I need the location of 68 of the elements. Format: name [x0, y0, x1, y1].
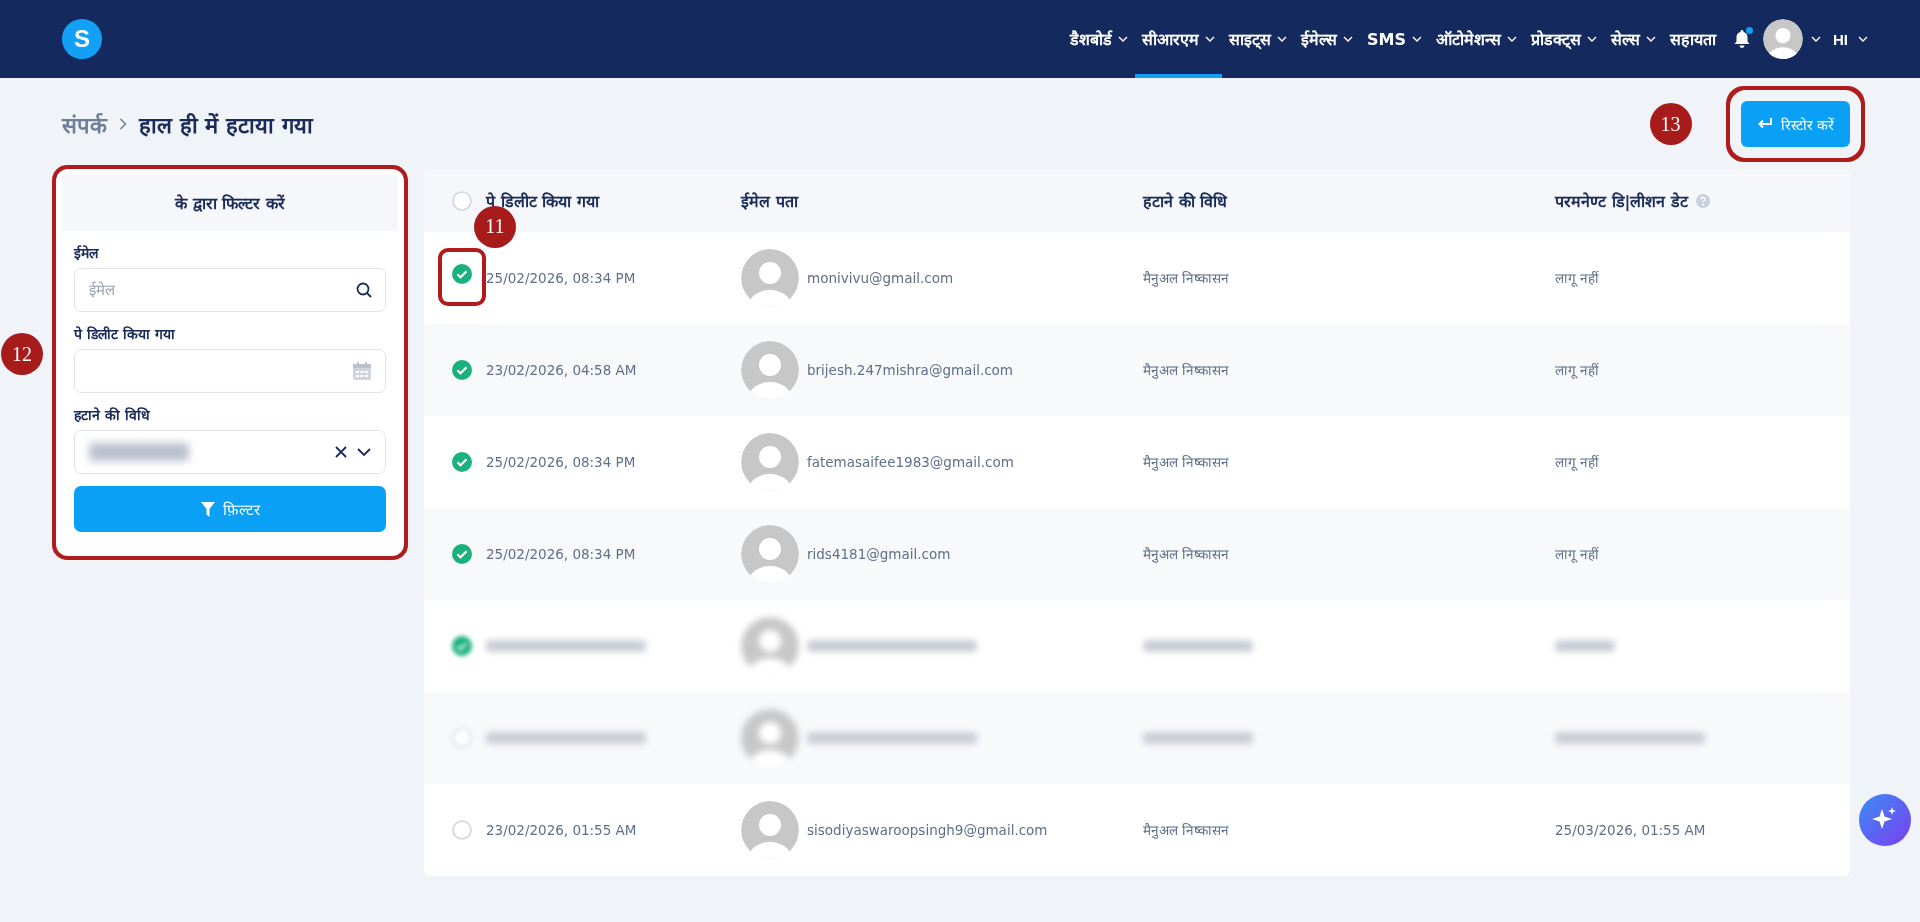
- funnel-icon: [200, 501, 215, 517]
- row-checkbox[interactable]: [452, 360, 472, 380]
- table-cell: sisodiyaswaroopsingh9@gmail.com: [807, 822, 1048, 838]
- field-label: ईमेल: [74, 244, 100, 262]
- email-search-field[interactable]: ईमेल: [74, 268, 386, 312]
- column-header: परमनेण्ट डि|लीशन डेट: [1555, 191, 1688, 212]
- table-cell-text: 25/02/2026, 08:34 PM: [486, 454, 637, 470]
- panel-title: के द्वारा फिल्टर करें: [62, 175, 398, 231]
- nav-item[interactable]: डैशबोर्ड: [1063, 0, 1136, 78]
- avatar-icon: [741, 249, 799, 307]
- nav-item[interactable]: सीआरएम: [1135, 0, 1223, 78]
- calendar-icon: [352, 361, 372, 381]
- table-cell-text: मैनुअल निष्कासन: [1143, 821, 1231, 839]
- clear-icon[interactable]: [335, 446, 347, 458]
- nav-item[interactable]: सहायता: [1663, 0, 1723, 78]
- avatar-icon: [741, 709, 799, 767]
- bell-icon[interactable]: [1733, 29, 1751, 49]
- field-label: पे डिलीट किया गया: [74, 325, 176, 343]
- table-cell-text: लागू नहीं: [1555, 453, 1601, 471]
- avatar-icon: [741, 433, 799, 491]
- table-cell-text: मैनुअल निष्कासन: [1143, 545, 1231, 563]
- language-selector[interactable]: HI: [1833, 30, 1848, 48]
- table-cell: fatemasaifee1983@gmail.com: [807, 454, 1014, 470]
- breadcrumb-link[interactable]: संपर्क: [62, 109, 107, 139]
- return-icon: [1756, 117, 1773, 131]
- nav-item[interactable]: सेल्स: [1604, 0, 1663, 78]
- select-all-checkbox[interactable]: [452, 191, 472, 211]
- table-cell-text: लागू नहीं: [1555, 269, 1601, 287]
- avatar-icon: [741, 341, 799, 399]
- table-cell-text: मैनुअल निष्कासन: [1143, 269, 1231, 287]
- field-label: हटाने की विधि: [74, 406, 151, 424]
- table-cell-text: मैनुअल निष्कासन: [1143, 453, 1231, 471]
- avatar-icon: [1763, 19, 1803, 59]
- row-checkbox[interactable]: [452, 263, 472, 284]
- date-field[interactable]: [74, 349, 386, 393]
- row-checkbox[interactable]: [452, 636, 472, 656]
- column-header: हटाने की विधि: [1143, 191, 1228, 212]
- table-cell-text: 25/02/2026, 08:34 PM: [486, 270, 637, 286]
- nav-item[interactable]: ऑटोमेशन्स: [1429, 0, 1524, 78]
- table-cell: monivivu@gmail.com: [807, 270, 954, 286]
- row-checkbox[interactable]: [452, 820, 472, 840]
- avatar-icon: [741, 617, 799, 675]
- avatar-icon: [741, 801, 799, 859]
- blurred-text: [1555, 640, 1615, 652]
- avatar-icon: [741, 525, 799, 583]
- table-cell-text: लागू नहीं: [1555, 361, 1601, 379]
- table-cell-text: 23/02/2026, 01:55 AM: [486, 822, 638, 838]
- row-checkbox[interactable]: [452, 452, 472, 472]
- chevron-icon: [119, 118, 127, 130]
- chevron-down-icon[interactable]: [357, 448, 371, 456]
- table-cell-text: लागू नहीं: [1555, 545, 1601, 563]
- table-cell: rids4181@gmail.com: [807, 546, 951, 562]
- column-header: ईमेल पता: [741, 191, 798, 212]
- page-title: हाल ही में हटाया गया: [139, 112, 313, 139]
- search-icon: [356, 282, 372, 298]
- table-cell: brijesh.247mishra@gmail.com: [807, 362, 1013, 378]
- nav-item[interactable]: ईमेल्स: [1294, 0, 1361, 78]
- row-checkbox[interactable]: [452, 544, 472, 564]
- table-cell-text: 25/03/2026, 01:55 AM: [1555, 822, 1707, 838]
- table-cell-text: मैनुअल निष्कासन: [1143, 361, 1231, 379]
- nav-item[interactable]: प्रोडक्ट्स: [1524, 0, 1604, 78]
- callout-badge: 12: [1, 333, 43, 375]
- table-cell-text: 25/02/2026, 08:34 PM: [486, 546, 637, 562]
- nav-item[interactable]: SMS: [1360, 0, 1429, 78]
- table-cell-text: 23/02/2026, 04:58 AM: [486, 362, 638, 378]
- sparkle-button[interactable]: [1859, 794, 1911, 846]
- callout-badge: 13: [1649, 103, 1692, 145]
- nav-item[interactable]: साइट्स: [1222, 0, 1295, 78]
